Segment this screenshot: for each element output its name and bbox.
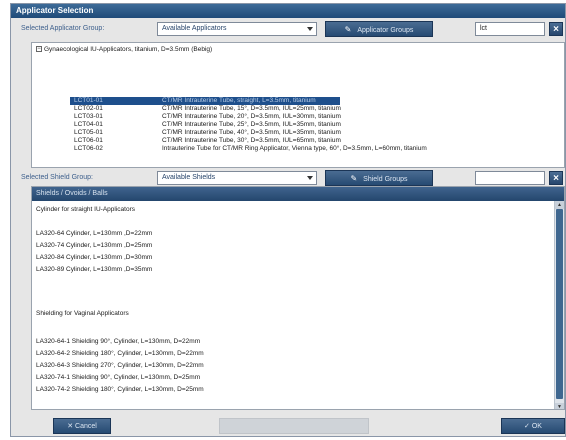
tree-item-desc: CT/MR Intrauterine Tube, 40°, D=3.5mm, I… bbox=[162, 129, 341, 136]
tree-item[interactable]: LCT04-01 CT/MR Intrauterine Tube, 25°, D=… bbox=[70, 121, 564, 129]
shield-group-label: Selected Shield Group: bbox=[21, 174, 93, 181]
tree-item-code: LCT06-02 bbox=[74, 145, 103, 152]
shield-group-select[interactable]: Available Shields bbox=[157, 171, 317, 185]
scroll-thumb[interactable] bbox=[556, 209, 563, 399]
tree-item-code: LCT03-01 bbox=[74, 113, 103, 120]
tree-root-label: Gynaecological IU-Applicators, titanium,… bbox=[44, 46, 213, 53]
pencil-icon: ✎ bbox=[350, 174, 358, 183]
clear-applicator-search-button[interactable]: × bbox=[549, 22, 563, 36]
applicator-groups-button-label: Applicator Groups bbox=[357, 27, 414, 34]
tree-item-desc: CT/MR Intrauterine Tube, 20°, D=3.5mm, I… bbox=[162, 113, 341, 120]
list-item[interactable]: LA320-64 Cylinder, L=130mm ,D=22mm bbox=[36, 230, 152, 237]
tree-item[interactable]: LCT06-02 Intrauterine Tube for CT/MR Ring… bbox=[70, 145, 564, 153]
list-item[interactable]: LA320-74-1 Shielding 90°, Cylinder, L=13… bbox=[36, 374, 200, 381]
list-item[interactable]: Cylinder for straight IU-Applicators bbox=[36, 206, 135, 213]
applicator-group-label: Selected Applicator Group: bbox=[21, 25, 105, 32]
applicator-selection-dialog: Applicator Selection Selected Applicator… bbox=[10, 3, 566, 437]
tree-item-code: LCT06-01 bbox=[74, 137, 103, 144]
cancel-button[interactable]: ✕ Cancel bbox=[53, 418, 111, 434]
tree-item[interactable]: LCT02-01 CT/MR Intrauterine Tube, 15°, D=… bbox=[70, 105, 564, 113]
applicator-tree[interactable]: − Gynaecological IU-Applicators, titanium… bbox=[31, 42, 565, 168]
tree-item-code: LCT02-01 bbox=[74, 105, 103, 112]
list-item[interactable]: LA320-64-3 Shielding 270°, Cylinder, L=1… bbox=[36, 362, 204, 369]
ok-button-label: OK bbox=[531, 423, 542, 430]
tree-item-code: LCT04-01 bbox=[74, 121, 103, 128]
tree-item[interactable]: LCT03-01 CT/MR Intrauterine Tube, 20°, D=… bbox=[70, 113, 564, 121]
cancel-button-label: Cancel bbox=[75, 423, 97, 430]
applicator-groups-button[interactable]: ✎ Applicator Groups bbox=[325, 21, 433, 37]
shield-group-select-value: Available Shields bbox=[162, 174, 216, 181]
scroll-down-icon[interactable]: ▼ bbox=[555, 403, 564, 409]
shield-list-header: Shields / Ovoids / Balls bbox=[32, 187, 564, 201]
tree-item[interactable]: LCT01-01 CT/MR Intrauterine Tube, straigh… bbox=[70, 97, 340, 105]
tree-item-desc: CT/MR Intrauterine Tube, 30°, D=3.5mm, I… bbox=[162, 137, 341, 144]
close-icon: ✕ bbox=[67, 423, 74, 430]
tree-root-node[interactable]: − Gynaecological IU-Applicators, titanium… bbox=[36, 46, 212, 53]
ok-button[interactable]: ✓ OK bbox=[501, 418, 565, 434]
tree-item[interactable]: LCT06-01 CT/MR Intrauterine Tube, 30°, D=… bbox=[70, 137, 564, 145]
list-item[interactable]: LA320-74 Cylinder, L=130mm ,D=25mm bbox=[36, 242, 152, 249]
chevron-down-icon bbox=[307, 176, 313, 180]
shield-groups-button-label: Shield Groups bbox=[363, 176, 408, 183]
tree-item-desc: CT/MR Intrauterine Tube, straight, L=3.5… bbox=[162, 97, 316, 104]
collapse-icon[interactable]: − bbox=[36, 46, 42, 53]
list-item[interactable]: LA320-64-2 Shielding 180°, Cylinder, L=1… bbox=[36, 350, 204, 357]
list-item[interactable]: LA320-89 Cylinder, L=130mm ,D=35mm bbox=[36, 266, 152, 273]
shield-groups-button[interactable]: ✎ Shield Groups bbox=[325, 170, 433, 186]
dialog-title: Applicator Selection bbox=[11, 4, 565, 18]
tree-item[interactable]: LCT05-01 CT/MR Intrauterine Tube, 40°, D=… bbox=[70, 129, 564, 137]
list-item[interactable]: Shielding for Vaginal Applicators bbox=[36, 310, 129, 317]
tree-item-desc: Intrauterine Tube for CT/MR Ring Applica… bbox=[162, 145, 427, 152]
close-icon: × bbox=[553, 24, 559, 35]
dialog-body: Selected Applicator Group: Available App… bbox=[11, 18, 565, 436]
checkmark-icon: ✓ bbox=[524, 423, 530, 430]
scroll-up-icon[interactable]: ▲ bbox=[555, 201, 564, 209]
shield-search-input[interactable] bbox=[475, 171, 545, 185]
tree-item-desc: CT/MR Intrauterine Tube, 25°, D=3.5mm, I… bbox=[162, 121, 341, 128]
close-icon: × bbox=[553, 173, 559, 184]
tree-item-desc: CT/MR Intrauterine Tube, 15°, D=3.5mm, I… bbox=[162, 105, 341, 112]
list-item[interactable]: LA320-64-1 Shielding 90°, Cylinder, L=13… bbox=[36, 338, 200, 345]
shield-list[interactable]: Shields / Ovoids / Balls Cylinder for st… bbox=[31, 186, 565, 410]
dialog-footer: ✕ Cancel ✓ OK bbox=[31, 414, 565, 436]
applicator-search-input[interactable]: lct bbox=[475, 22, 545, 36]
disabled-action-button bbox=[219, 418, 369, 434]
tree-item-code: LCT05-01 bbox=[74, 129, 103, 136]
shield-list-scrollbar[interactable]: ▲ ▼ bbox=[554, 201, 564, 409]
applicator-group-select[interactable]: Available Applicators bbox=[157, 22, 317, 36]
tree-item-code: LCT01-01 bbox=[74, 97, 103, 104]
clear-shield-search-button[interactable]: × bbox=[549, 171, 563, 185]
list-item[interactable]: LA320-84 Cylinder, L=130mm ,D=30mm bbox=[36, 254, 152, 261]
chevron-down-icon bbox=[307, 27, 313, 31]
pencil-icon: ✎ bbox=[344, 25, 352, 34]
list-item[interactable]: LA320-74-2 Shielding 180°, Cylinder, L=1… bbox=[36, 386, 204, 393]
applicator-group-select-value: Available Applicators bbox=[162, 25, 227, 32]
